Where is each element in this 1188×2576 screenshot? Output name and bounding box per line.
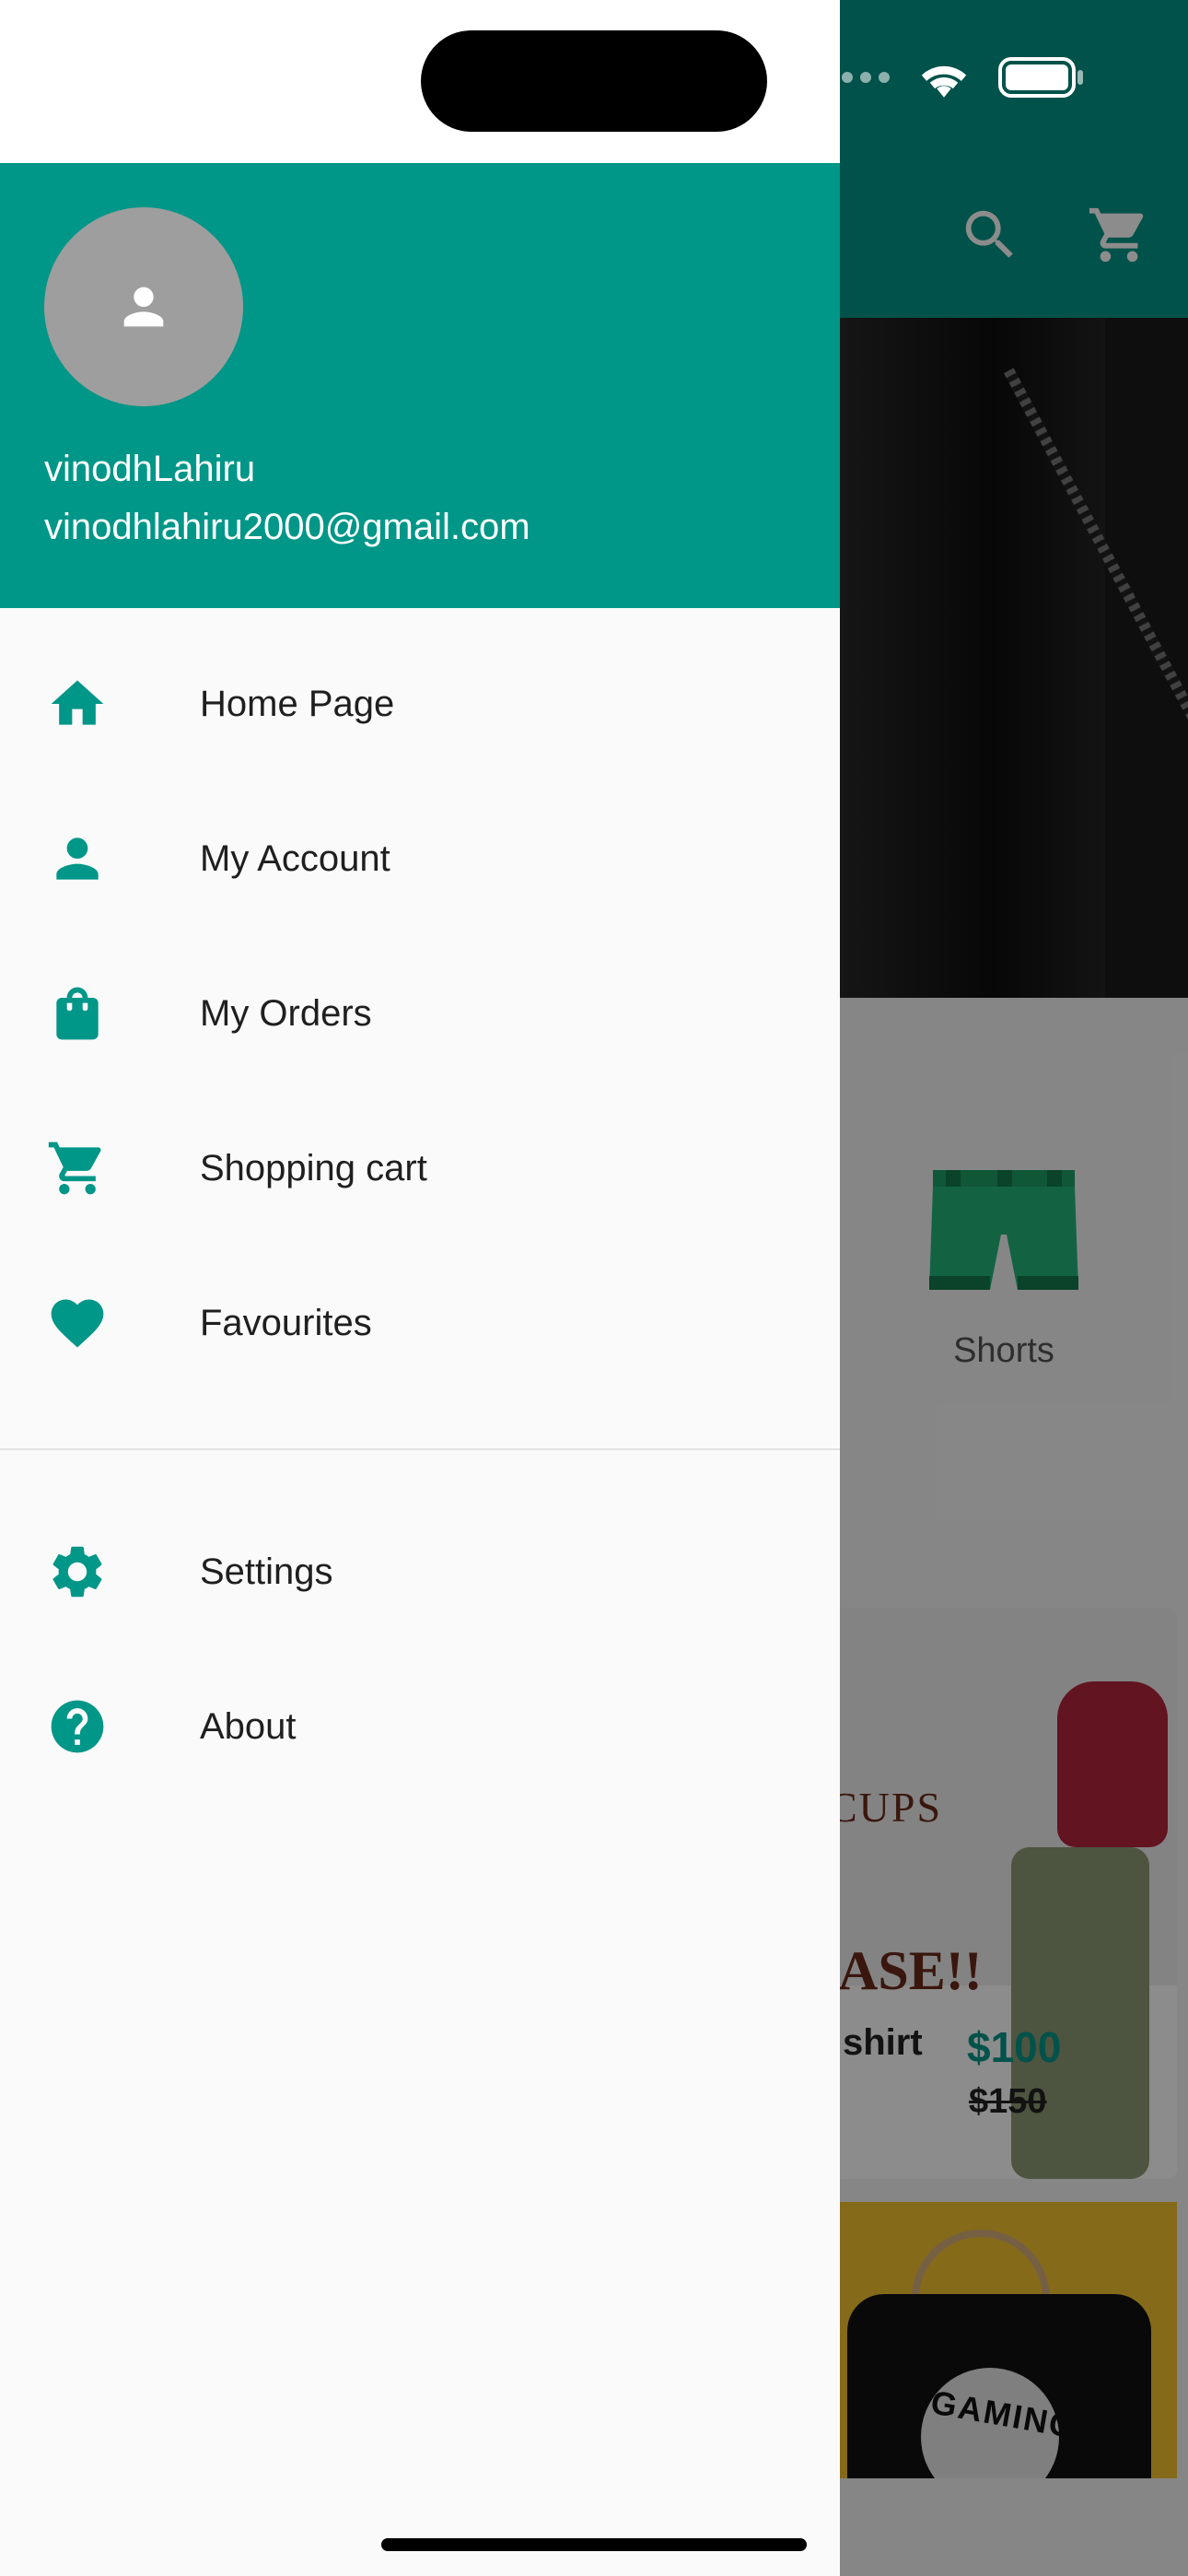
user-email: vinodhlahiru2000@gmail.com (44, 507, 530, 547)
person-icon (123, 287, 164, 327)
dynamic-island (421, 30, 767, 132)
menu-item-label: Home Page (200, 683, 395, 724)
navigation-drawer: 12:11 vinodhLahiru vinodhlahiru2000@gmai… (0, 0, 840, 2576)
menu-divider (0, 1448, 840, 1450)
menu-item-about[interactable]: About (0, 1649, 840, 1804)
status-bar-indicators (823, 57, 1087, 98)
heart-icon (46, 1292, 109, 1354)
menu-item-label: My Account (200, 837, 390, 879)
status-bar: 12:11 (0, 0, 840, 163)
gear-icon (46, 1540, 109, 1603)
menu-item-my-orders[interactable]: My Orders (0, 936, 840, 1091)
menu-item-label: Shopping cart (200, 1147, 427, 1188)
menu-item-label: Settings (200, 1551, 333, 1592)
menu-item-shopping-cart[interactable]: Shopping cart (0, 1091, 840, 1246)
menu-item-favourites[interactable]: Favourites (0, 1246, 840, 1400)
menu-item-label: Favourites (200, 1302, 372, 1343)
shopping-bag-icon (46, 982, 109, 1045)
drawer-header: vinodhLahiru vinodhlahiru2000@gmail.com (0, 163, 840, 608)
user-name: vinodhLahiru (44, 449, 256, 489)
person-icon (46, 827, 109, 890)
avatar[interactable] (44, 207, 243, 406)
drawer-menu: Home Page My Account My Orders Shopping … (0, 626, 840, 1804)
help-icon (46, 1695, 109, 1758)
cart-icon (46, 1137, 109, 1200)
wifi-icon (921, 65, 967, 98)
battery-icon (998, 57, 1083, 98)
menu-item-settings[interactable]: Settings (0, 1494, 840, 1649)
menu-item-label: About (200, 1705, 297, 1747)
menu-item-my-account[interactable]: My Account (0, 781, 840, 936)
status-time: 12:11 (166, 52, 291, 105)
menu-item-label: My Orders (200, 992, 372, 1034)
home-icon (46, 673, 109, 735)
menu-item-home-page[interactable]: Home Page (0, 626, 840, 781)
home-indicator (381, 2538, 807, 2551)
